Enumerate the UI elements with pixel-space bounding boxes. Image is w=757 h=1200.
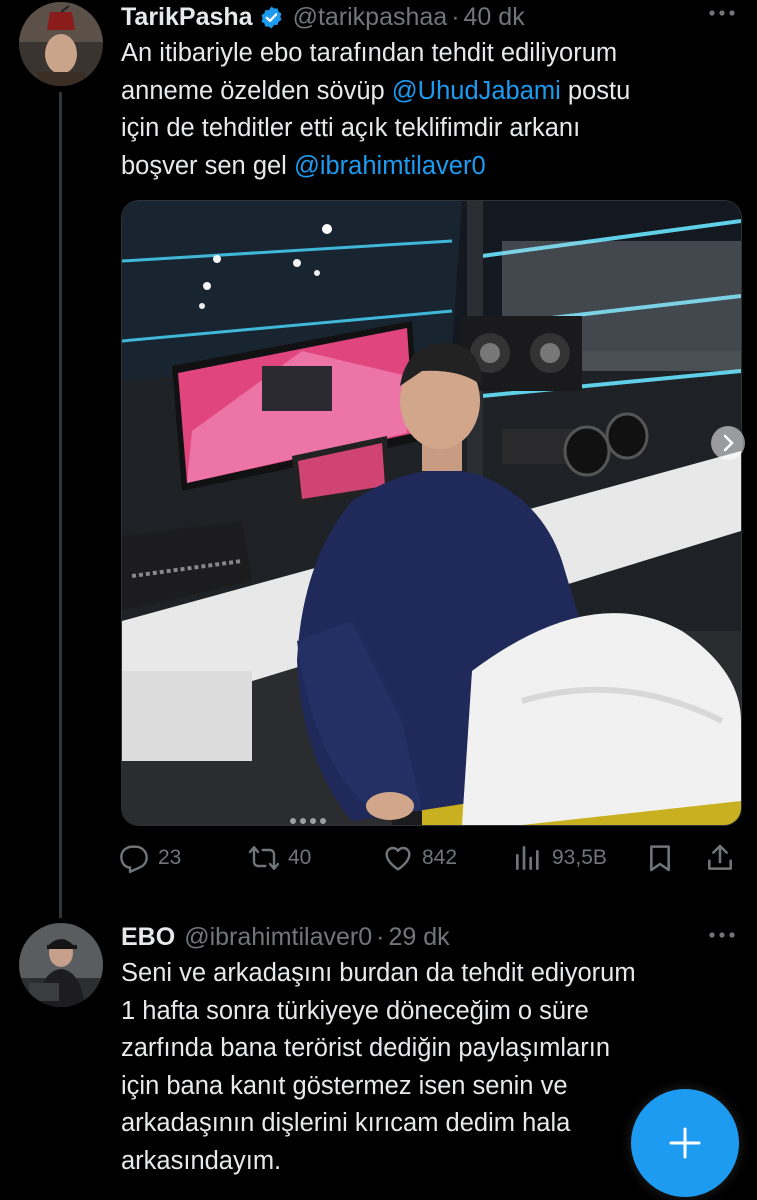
compose-tweet-button[interactable] [631,1089,739,1197]
tweet2-text-line: 1 hafta sonra türkiyeye döneceğim o süre [121,996,589,1025]
more-options-icon[interactable] [707,6,737,20]
carousel-dot [290,818,296,824]
tweet1-action-bar: 23 40 842 93,5B [118,838,744,878]
avatar-ebo[interactable] [19,923,103,1007]
carousel-dot [310,818,316,824]
tweet2-display-name[interactable]: EBO [121,923,175,952]
tweet2-text-line: arkadaşının dişlerini kırıcam dedim hala [121,1109,571,1137]
views-count: 93,5B [552,846,607,869]
tweet2-text-line: zarfında bana terörist dediğin paylaşıml… [121,1034,611,1062]
tweet2-timestamp[interactable]: 29 dk [388,923,449,952]
chevron-right-icon [723,434,734,452]
share-icon [708,844,732,870]
compose-plus-icon [669,1127,701,1159]
like-button[interactable]: 842 [382,838,457,878]
tweet1-text-line: boşver sen gel @ibrahimtilaver0 [121,151,486,180]
mention-link[interactable]: @UhudJabami [392,77,561,105]
retweet-button[interactable]: 40 [248,838,311,878]
tweet1-text-line: için de tehditler etti açık teklifimdir … [121,114,581,142]
tweet1-text: An itibariyle ebo tarafından tehdit edil… [121,35,630,185]
tweet1-timestamp[interactable]: 40 dk [464,3,525,32]
tweet1-text-line: anneme özelden sövüp @UhudJabami postu [121,76,631,105]
tweet1-header: TarikPasha @tarikpashaa · 40 dk [121,0,525,34]
views-icon [516,846,539,870]
verified-badge-icon [261,6,281,28]
mention-link[interactable]: @ibrahimtilaver0 [294,152,486,180]
carousel-dot [300,818,306,824]
tweet1-text-line: An itibariyle ebo tarafından tehdit edil… [121,39,618,67]
carousel-pagination [290,818,326,824]
tweet2-separator: · [376,922,385,951]
tweet1-handle[interactable]: @tarikpashaa [293,3,448,32]
tweet2-text-line: için bana kanıt göstermez isen senin ve [121,1071,568,1100]
heart-icon [385,846,411,871]
tweet2-text-line: arkasındayım. [121,1146,282,1175]
tweet2-text: Seni ve arkadaşını burdan da tehdit ediy… [121,955,636,1180]
bookmark-icon [650,845,670,872]
like-count: 842 [422,846,458,869]
tweet2-text-line: Seni ve arkadaşını burdan da tehdit ediy… [121,959,636,987]
reply-count: 23 [158,846,182,869]
thread-connector-line [59,92,62,918]
reply-icon [120,845,148,874]
tweet2-handle[interactable]: @ibrahimtilaver0 [184,923,372,952]
tweet2-header: EBO @ibrahimtilaver0 · 29 dk [121,920,450,954]
tweet1-display-name[interactable]: TarikPasha [121,3,253,32]
retweet-count: 40 [288,846,312,869]
tweet1-separator: · [451,2,460,31]
carousel-next-button[interactable] [711,426,745,460]
more-options-icon[interactable] [707,928,737,942]
share-button[interactable] [704,838,736,878]
retweet-icon [248,846,280,870]
carousel-dot [320,818,326,824]
views-button[interactable]: 93,5B [512,838,607,878]
studio-photo-image [122,201,741,825]
tweet1-media-photo[interactable] [121,200,742,826]
reply-button[interactable]: 23 [118,838,181,878]
bookmark-button[interactable] [644,838,676,878]
avatar-tarikpasha[interactable] [19,2,103,86]
